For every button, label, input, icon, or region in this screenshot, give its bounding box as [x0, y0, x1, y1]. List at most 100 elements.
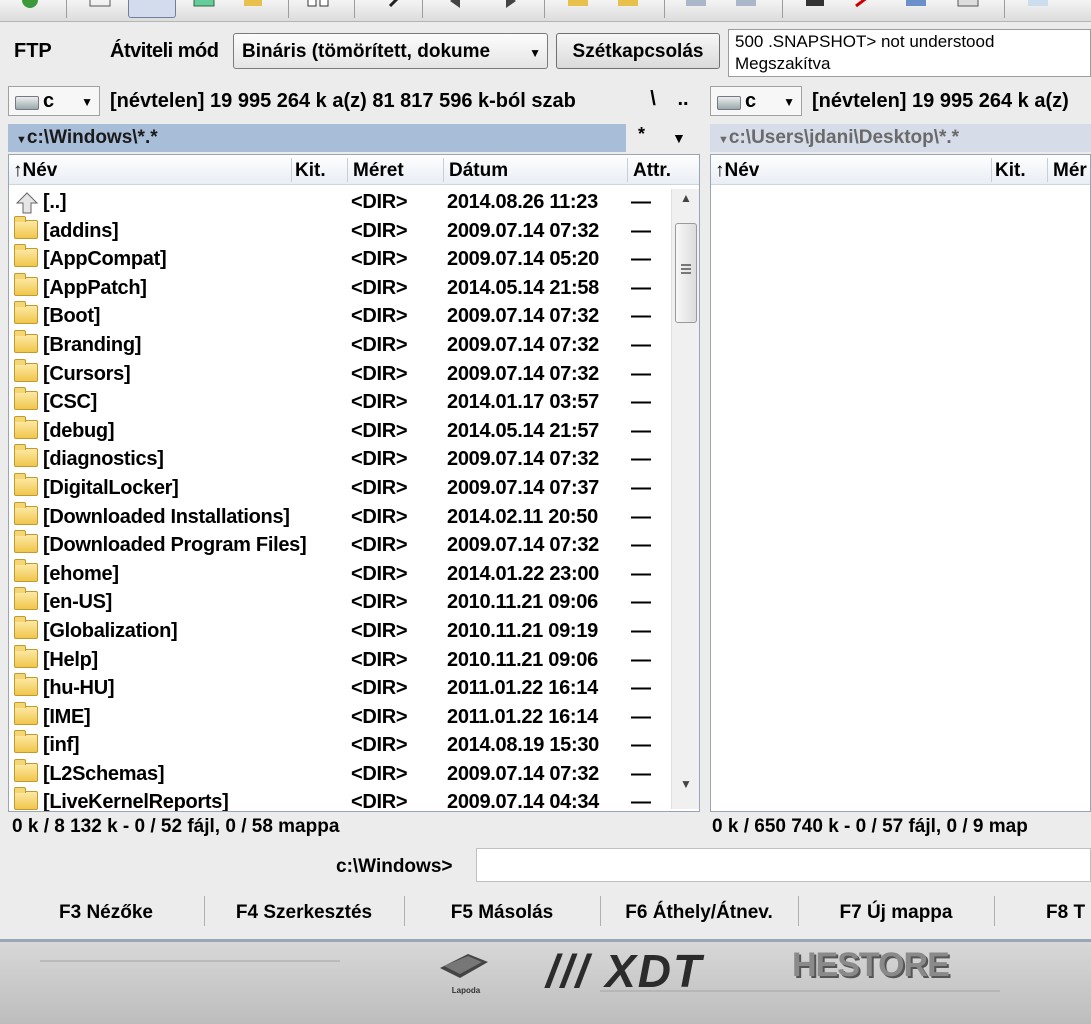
table-row[interactable]: [..] <DIR> 2014.08.26 11:23 — — [9, 189, 699, 218]
file-attr: — — [631, 791, 651, 812]
left-file-panel[interactable]: ↑Név Kit. Méret Dátum Attr. [..] <DIR> 201… — [8, 154, 700, 812]
f7-new-folder-button[interactable]: F7 Új mappa — [798, 894, 994, 930]
folder-icon — [14, 587, 38, 611]
sort-date-column[interactable]: Dátum — [449, 160, 508, 182]
multi-rename-icon[interactable] — [852, 0, 878, 14]
table-row[interactable]: [L2Schemas] <DIR> 2009.07.14 07:32 — — [9, 758, 699, 790]
table-row[interactable]: [CSC] <DIR> 2014.01.17 03:57 — — [9, 387, 699, 418]
file-attr: — — [631, 562, 651, 585]
file-name: [CSC] — [43, 391, 98, 414]
xdt-logo: /// XDT — [546, 945, 704, 997]
f6-move-button[interactable]: F6 Áthely/Átnev. — [600, 894, 798, 930]
sync-dirs-icon[interactable] — [904, 0, 930, 14]
file-attr: — — [631, 734, 651, 757]
scroll-up-icon[interactable]: ▲ — [672, 191, 699, 215]
table-row[interactable]: [addins] <DIR> 2009.07.14 07:32 — — [9, 215, 699, 247]
right-path-bar[interactable]: ▼c:\Users\jdani\Desktop\*.* — [710, 124, 1091, 152]
ftp-new-connection-icon[interactable] — [734, 0, 760, 14]
file-size: <DIR> — [351, 362, 408, 385]
table-row[interactable]: [Downloaded Installations] <DIR> 2014.02.1… — [9, 501, 699, 533]
command-input[interactable] — [476, 848, 1091, 882]
full-view-icon[interactable] — [128, 0, 176, 18]
f8-delete-button[interactable]: F8 T — [994, 894, 1091, 930]
right-file-panel[interactable]: ↑Név Kit. Mér — [710, 154, 1091, 812]
file-attr: — — [631, 648, 651, 671]
f5-copy-button[interactable]: F5 Másolás — [404, 894, 600, 930]
table-row[interactable]: [DigitalLocker] <DIR> 2009.07.14 07:37 — — [9, 472, 699, 504]
table-row[interactable]: [LiveKernelReports] <DIR> 2009.07.14 04:34… — [9, 787, 699, 812]
search-files-icon[interactable] — [804, 0, 830, 14]
left-scrollbar[interactable]: ▲ ▼ — [671, 189, 699, 809]
left-up-button[interactable]: .. — [670, 88, 696, 114]
table-row[interactable]: [debug] <DIR> 2014.05.14 21:57 — — [9, 415, 699, 447]
scroll-thumb[interactable] — [675, 223, 697, 323]
chevron-down-icon: ▼ — [16, 134, 27, 146]
table-row[interactable]: [diagnostics] <DIR> 2009.07.14 07:32 — — [9, 444, 699, 475]
table-row[interactable]: [IME] <DIR> 2011.01.22 16:14 — — [9, 701, 699, 733]
table-row[interactable]: [Globalization] <DIR> 2010.11.21 09:19 — — [9, 615, 699, 647]
file-date: 2009.07.14 07:32 — [447, 362, 600, 385]
table-row[interactable]: [hu-HU] <DIR> 2011.01.22 16:14 — — [9, 673, 699, 704]
file-name: [DigitalLocker] — [43, 476, 179, 499]
table-row[interactable]: [AppCompat] <DIR> 2009.07.14 05:20 — — [9, 244, 699, 275]
sort-name-column[interactable]: ↑Név — [13, 160, 57, 182]
pack-icon[interactable] — [566, 0, 592, 14]
table-row[interactable]: [Branding] <DIR> 2009.07.14 07:32 — — [9, 329, 699, 361]
sort-attr-column[interactable]: Attr. — [633, 160, 671, 182]
folder-icon — [14, 758, 38, 782]
disconnect-button[interactable]: Szétkapcsolás — [556, 33, 720, 69]
tree-view-icon[interactable] — [242, 0, 268, 14]
sort-size-column[interactable]: Méret — [353, 160, 404, 182]
scroll-down-icon[interactable]: ▼ — [672, 777, 699, 801]
invert-selection-icon[interactable] — [386, 0, 412, 14]
file-attr: — — [631, 476, 651, 499]
folder-icon — [14, 530, 38, 554]
right-drive-bar: c ▼ [névtelen] 19 995 264 k a(z) — [710, 84, 1091, 118]
back-icon[interactable] — [444, 0, 470, 14]
table-row[interactable]: [ehome] <DIR> 2014.01.22 23:00 — — [9, 558, 699, 590]
f3-view-button[interactable]: F3 Nézőke — [8, 894, 204, 930]
table-row[interactable]: [inf] <DIR> 2014.08.19 15:30 — — [9, 730, 699, 761]
unpack-icon[interactable] — [616, 0, 642, 14]
sort-size-column[interactable]: Mér — [1053, 160, 1087, 182]
f4-edit-button[interactable]: F4 Szerkesztés — [204, 894, 404, 930]
table-row[interactable]: [Downloaded Program Files] <DIR> 2009.07.1… — [9, 530, 699, 561]
compare-icon[interactable] — [306, 0, 332, 14]
history-star-button[interactable]: * — [638, 124, 645, 152]
brief-view-icon[interactable] — [88, 0, 114, 14]
thumbnail-view-icon[interactable] — [192, 0, 218, 14]
table-row[interactable]: [en-US] <DIR> 2010.11.21 09:06 — — [9, 587, 699, 618]
ftp-log[interactable]: 500 .SNAPSHOT> not understood Megszakítv… — [728, 29, 1091, 77]
folder-icon — [14, 730, 38, 754]
table-row[interactable]: [AppPatch] <DIR> 2014.05.14 21:58 — — [9, 272, 699, 304]
left-root-button[interactable]: \ — [640, 88, 666, 114]
table-row[interactable]: [Cursors] <DIR> 2009.07.14 07:32 — — [9, 358, 699, 390]
table-row[interactable]: [Help] <DIR> 2010.11.21 09:06 — — [9, 644, 699, 676]
file-name: [diagnostics] — [43, 448, 164, 471]
sort-ext-column[interactable]: Kit. — [995, 160, 1026, 182]
refresh-icon[interactable] — [18, 0, 44, 14]
file-attr: — — [631, 591, 651, 614]
folder-icon — [14, 272, 38, 296]
notepad-icon[interactable] — [956, 0, 982, 14]
table-row[interactable]: [Boot] <DIR> 2009.07.14 07:32 — — [9, 301, 699, 332]
file-size: <DIR> — [351, 734, 408, 757]
file-date: 2011.01.22 16:14 — [447, 705, 598, 728]
file-attr: — — [631, 448, 651, 471]
file-size: <DIR> — [351, 333, 408, 356]
sort-ext-column[interactable]: Kit. — [295, 160, 326, 182]
left-path-bar[interactable]: ▼c:\Windows\*.* — [8, 124, 626, 152]
forward-icon[interactable] — [498, 0, 524, 14]
right-drive-select[interactable]: c ▼ — [710, 86, 802, 116]
help-icon[interactable] — [1026, 0, 1052, 14]
folder-icon — [14, 387, 38, 411]
file-size: <DIR> — [351, 391, 408, 414]
file-date: 2009.07.14 07:32 — [447, 305, 600, 328]
column-header: ↑Név Kit. Méret Dátum Attr. — [9, 155, 699, 185]
ftp-connect-icon[interactable] — [684, 0, 710, 14]
sort-name-column[interactable]: ↑Név — [715, 160, 759, 182]
file-attr: — — [631, 276, 651, 299]
file-name: [IME] — [43, 705, 91, 728]
left-drive-select[interactable]: c ▼ — [8, 86, 100, 116]
transfer-mode-select[interactable]: Bináris (tömörített, dokume ▼ — [233, 33, 548, 69]
